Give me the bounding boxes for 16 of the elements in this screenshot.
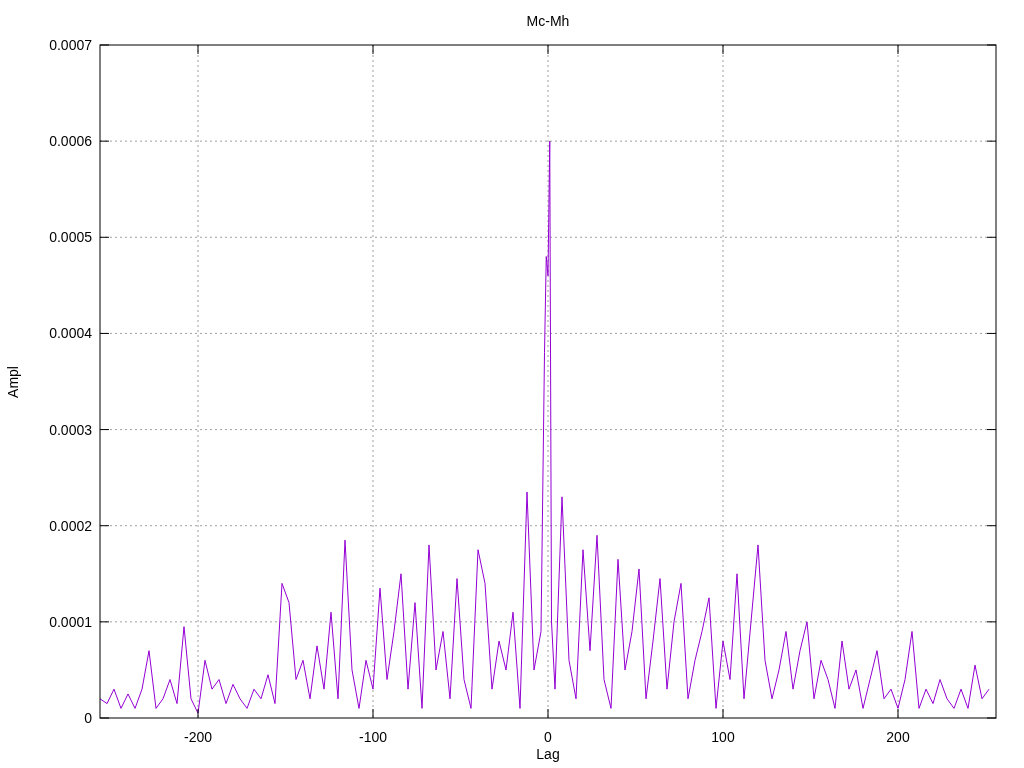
tick-label: 100 <box>711 729 735 745</box>
tick-label: 200 <box>886 729 910 745</box>
tick-label: 0 <box>84 710 92 726</box>
tick-label: 0.0001 <box>49 613 92 630</box>
tick-label: 0 <box>544 729 552 745</box>
tick-label: 0.0006 <box>49 133 92 150</box>
axis-label: Ampl <box>5 366 21 398</box>
chart-title: Mc-Mh <box>526 13 570 29</box>
tick-label: 0.0003 <box>49 421 92 438</box>
tick-label: -100 <box>359 729 387 745</box>
tick-label: 0.0002 <box>49 517 92 534</box>
tick-label: -200 <box>184 729 212 745</box>
tick-label: 0.0005 <box>49 229 92 246</box>
axis-label: Lag <box>536 746 560 762</box>
tick-label: 0.0004 <box>49 325 92 342</box>
tick-label: 0.0007 <box>49 37 92 53</box>
